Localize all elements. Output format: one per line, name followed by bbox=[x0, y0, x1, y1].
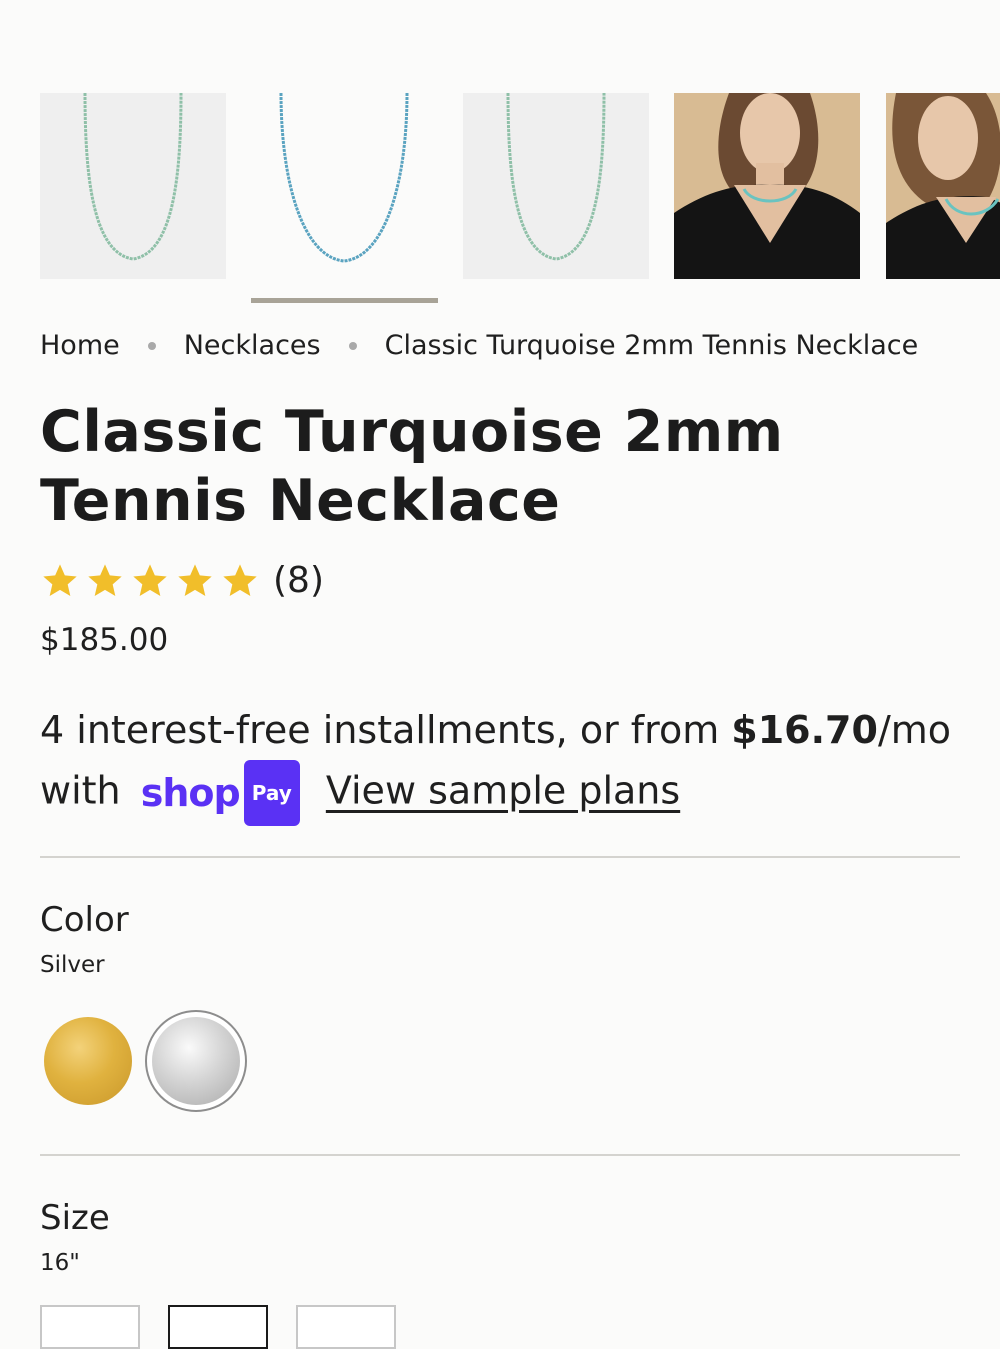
divider bbox=[40, 856, 960, 858]
size-option-button-selected[interactable] bbox=[168, 1305, 268, 1349]
installments-amount: $16.70 bbox=[731, 708, 878, 752]
shop-pay-wordmark: shop bbox=[140, 771, 241, 815]
size-option-label: Size bbox=[40, 1198, 110, 1238]
product-title: Classic Turquoise 2mm Tennis Necklace bbox=[40, 398, 940, 536]
breadcrumb: Home Necklaces Classic Turquoise 2mm Ten… bbox=[40, 330, 918, 361]
shop-pay-badge: Pay bbox=[243, 760, 300, 826]
star-icon bbox=[175, 561, 215, 601]
breadcrumb-category-link[interactable]: Necklaces bbox=[184, 330, 321, 361]
thumbnail-necklace-2[interactable] bbox=[251, 93, 437, 279]
color-option-label: Color bbox=[40, 900, 129, 940]
installments-text: 4 interest-free installments, or from bbox=[40, 708, 732, 752]
shop-pay-logo: shop Pay bbox=[141, 760, 300, 826]
installments-period: /mo bbox=[877, 708, 952, 752]
breadcrumb-current: Classic Turquoise 2mm Tennis Necklace bbox=[384, 330, 919, 361]
product-rating[interactable]: (8) bbox=[40, 560, 324, 601]
color-swatch-gold[interactable] bbox=[44, 1017, 132, 1105]
thumbnail-necklace-1[interactable] bbox=[40, 93, 226, 279]
size-option-button[interactable] bbox=[296, 1305, 396, 1349]
product-title-line1: Classic Turquoise 2mm bbox=[40, 399, 784, 465]
color-selected-value: Silver bbox=[40, 952, 105, 978]
size-option-button[interactable] bbox=[40, 1305, 140, 1349]
thumbnail-model-1[interactable] bbox=[674, 93, 860, 279]
thumbnail-model-2[interactable] bbox=[886, 93, 1000, 279]
installments-with: with bbox=[40, 768, 121, 813]
breadcrumb-home-link[interactable]: Home bbox=[40, 330, 120, 361]
thumbnail-selected-indicator bbox=[251, 298, 438, 303]
color-swatch-silver-fill bbox=[152, 1017, 240, 1105]
image-gallery bbox=[40, 93, 1000, 279]
star-icon bbox=[130, 561, 170, 601]
color-swatch-silver[interactable] bbox=[145, 1010, 247, 1112]
product-title-line2: Tennis Necklace bbox=[40, 468, 561, 534]
star-icon bbox=[85, 561, 125, 601]
view-sample-plans-link[interactable]: View sample plans bbox=[326, 769, 680, 813]
installments-message: 4 interest-free installments, or from $1… bbox=[40, 700, 960, 826]
thumbnail-necklace-3[interactable] bbox=[463, 93, 649, 279]
divider bbox=[40, 1154, 960, 1156]
star-icon bbox=[220, 561, 260, 601]
review-count[interactable]: (8) bbox=[273, 560, 324, 601]
size-selected-value: 16" bbox=[40, 1250, 80, 1276]
star-icon bbox=[40, 561, 80, 601]
breadcrumb-separator bbox=[348, 341, 357, 350]
product-price: $185.00 bbox=[40, 622, 169, 658]
breadcrumb-separator bbox=[147, 341, 156, 350]
